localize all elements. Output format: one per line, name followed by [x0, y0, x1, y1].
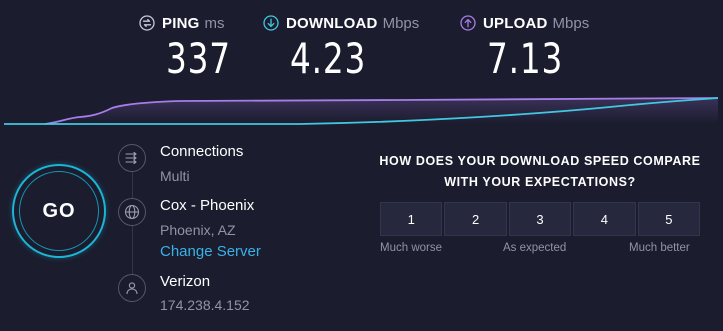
- rating-caption-right: Much better: [629, 242, 690, 254]
- change-server-link[interactable]: Change Server: [160, 243, 261, 260]
- survey-question: HOW DOES YOUR DOWNLOAD SPEED COMPARE WIT…: [370, 151, 710, 193]
- ping-label: PING: [162, 14, 200, 32]
- rating-option-4[interactable]: 4: [573, 202, 636, 236]
- ping-value: 337: [166, 34, 231, 83]
- upload-value: 7.13: [487, 34, 564, 83]
- user-icon: [118, 274, 146, 302]
- download-metric: DOWNLOAD Mbps 4.23: [263, 12, 419, 83]
- download-unit: Mbps: [382, 14, 420, 32]
- rating-scale: 1 2 3 4 5: [380, 202, 701, 236]
- connections-icon: [118, 144, 146, 172]
- rating-caption-left: Much worse: [380, 242, 442, 254]
- download-header: DOWNLOAD Mbps: [263, 12, 419, 34]
- globe-icon: [118, 198, 146, 226]
- rating-option-2[interactable]: 2: [444, 202, 507, 236]
- rating-option-1[interactable]: 1: [380, 202, 443, 236]
- server-name: Cox - Phoenix: [160, 197, 255, 214]
- connector-line-1: [132, 172, 133, 200]
- ping-metric: PING ms 337: [139, 12, 230, 83]
- upload-unit: Mbps: [552, 14, 590, 32]
- ping-unit: ms: [204, 14, 225, 32]
- go-button[interactable]: GO: [19, 171, 99, 251]
- rating-option-3[interactable]: 3: [508, 202, 572, 236]
- ping-icon: [139, 15, 155, 31]
- download-value: 4.23: [290, 34, 367, 83]
- connections-mode[interactable]: Multi: [160, 168, 190, 184]
- connections-title: Connections: [160, 143, 244, 160]
- download-label: DOWNLOAD: [286, 14, 378, 32]
- ping-header: PING ms: [139, 12, 224, 34]
- upload-label: UPLOAD: [483, 14, 548, 32]
- rating-caption-mid: As expected: [503, 242, 567, 254]
- server-location: Phoenix, AZ: [160, 222, 236, 238]
- survey-question-line2: WITH YOUR EXPECTATIONS?: [444, 175, 636, 189]
- go-button-ring: GO: [12, 164, 106, 258]
- download-arrow-icon: [263, 15, 279, 31]
- speedtest-result-panel: PING ms 337 DOWNLOAD Mbps 4.23 UPLOAD Mb…: [0, 0, 723, 331]
- rating-option-5[interactable]: 5: [637, 202, 701, 236]
- provider-ip: 174.238.4.152: [160, 297, 250, 313]
- upload-header: UPLOAD Mbps: [460, 12, 589, 34]
- survey-question-line1: HOW DOES YOUR DOWNLOAD SPEED COMPARE: [379, 154, 701, 168]
- upload-arrow-icon: [460, 15, 476, 31]
- upload-metric: UPLOAD Mbps 7.13: [460, 12, 589, 83]
- speed-graph: [4, 97, 719, 125]
- connector-line-2: [132, 226, 133, 274]
- provider-name: Verizon: [160, 273, 211, 290]
